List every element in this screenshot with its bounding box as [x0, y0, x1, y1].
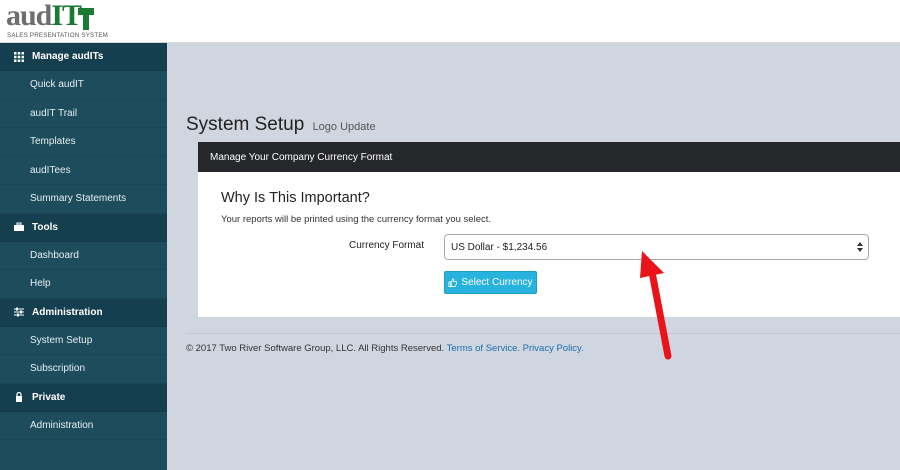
logo-checkmark-icon — [78, 8, 94, 30]
logo-tagline: SALES PRESENTATION SYSTEM — [7, 32, 109, 39]
sidebar-item-auditees[interactable]: audITees — [0, 157, 167, 185]
footer-divider — [186, 333, 900, 334]
currency-card: Why Is This Important? Your reports will… — [198, 172, 900, 317]
select-updown-icon — [857, 242, 863, 252]
grid-icon — [14, 51, 24, 62]
sidebar-item-system-setup[interactable]: System Setup — [0, 327, 167, 355]
lock-icon — [16, 392, 22, 402]
sidebar-item-dashboard[interactable]: Dashboard — [0, 242, 167, 270]
currency-format-value: US Dollar - $1,234.56 — [451, 241, 548, 253]
sidebar-item-audit-trail[interactable]: audIT Trail — [0, 100, 167, 128]
privacy-policy-link[interactable]: Privacy Policy. — [523, 343, 584, 354]
sliders-icon — [14, 307, 24, 317]
sidebar-item-quick-audit[interactable]: Quick audIT — [0, 71, 167, 100]
card-heading: Why Is This Important? — [221, 190, 370, 206]
sidebar-section-private[interactable]: Private — [0, 383, 167, 412]
currency-format-select[interactable]: US Dollar - $1,234.56 — [444, 234, 869, 260]
footer: © 2017 Two River Software Group, LLC. Al… — [186, 343, 584, 354]
sidebar-item-subscription[interactable]: Subscription — [0, 355, 167, 384]
card-description: Your reports will be printed using the c… — [221, 214, 492, 225]
select-currency-label: Select Currency — [461, 277, 533, 288]
sidebar-section-label: Tools — [32, 221, 58, 233]
sidebar-item-help[interactable]: Help — [0, 270, 167, 299]
sidebar-item-summary-statements[interactable]: Summary Statements — [0, 185, 167, 214]
select-currency-button[interactable]: Select Currency — [444, 271, 537, 294]
sidebar-section-label: Private — [32, 391, 66, 403]
sidebar-item-templates[interactable]: Templates — [0, 128, 167, 157]
page-title-text: System Setup — [186, 114, 305, 135]
main-content: System Setup Logo Update Manage Your Com… — [167, 43, 900, 470]
sidebar-item-private-administration[interactable]: Administration — [0, 412, 167, 440]
page-subtitle: Logo Update — [312, 121, 376, 133]
logo-wordmark: audIT — [6, 0, 82, 32]
sidebar-section-label: Manage audITs — [32, 51, 104, 62]
footer-copyright: © 2017 Two River Software Group, LLC. Al… — [186, 343, 445, 354]
sidebar-section-label: Administration — [32, 306, 103, 318]
sidebar-section-manage-audits[interactable]: Manage audITs — [0, 43, 167, 71]
sidebar-section-tools[interactable]: Tools — [0, 213, 167, 242]
page-title: System Setup Logo Update — [186, 114, 376, 136]
audit-logo[interactable]: audIT SALES PRESENTATION SYSTEM — [6, 0, 108, 40]
top-header: audIT SALES PRESENTATION SYSTEM — [0, 0, 900, 43]
terms-of-service-link[interactable]: Terms of Service. — [447, 343, 520, 354]
currency-format-label: Currency Format — [349, 240, 425, 251]
card-header: Manage Your Company Currency Format — [198, 142, 900, 172]
sidebar: Manage audITs Quick audIT audIT Trail Te… — [0, 43, 167, 470]
toolbox-icon — [14, 222, 24, 231]
thumbs-up-icon — [448, 278, 458, 287]
sidebar-section-administration[interactable]: Administration — [0, 298, 167, 327]
